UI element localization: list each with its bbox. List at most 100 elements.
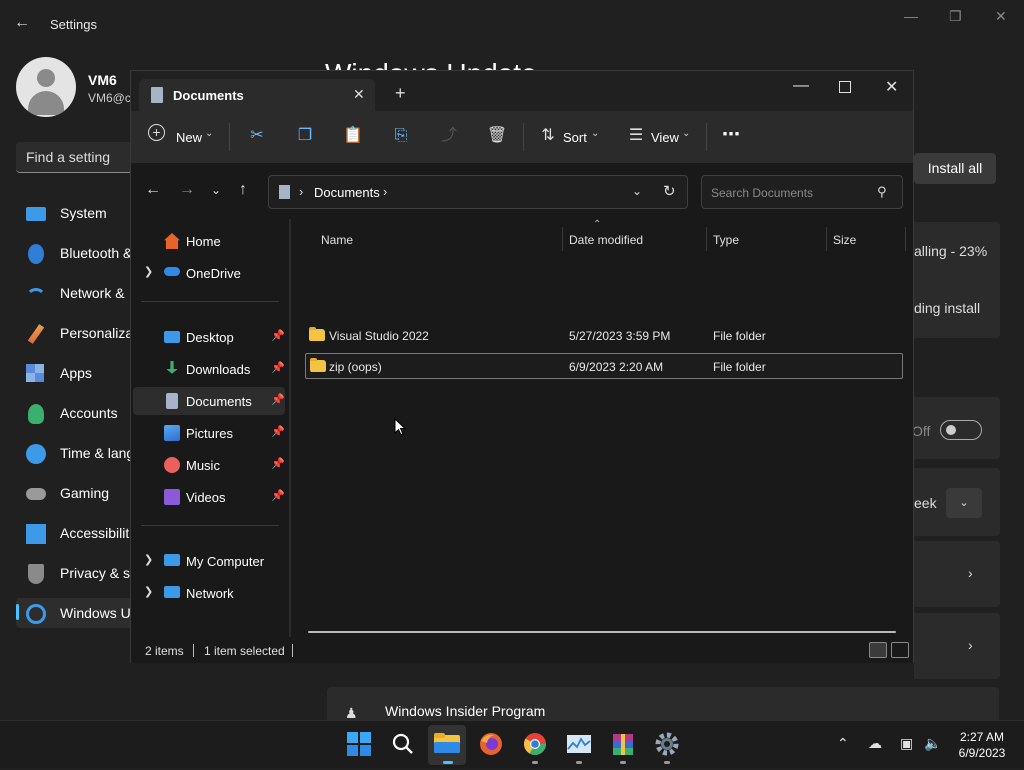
search-box[interactable]: Search Documents ⚲ — [701, 175, 903, 209]
delete-icon[interactable]: 🗑 — [486, 125, 508, 147]
task-manager-icon[interactable] — [566, 731, 592, 757]
more-options-icon[interactable]: ⋯ — [722, 124, 740, 145]
back-icon[interactable]: ← — [145, 181, 161, 199]
view-button[interactable]: View — [651, 130, 679, 145]
bluetooth-icon — [28, 244, 44, 264]
network-icon — [26, 288, 46, 300]
column-header-size[interactable]: Size — [833, 233, 856, 247]
new-tab-icon[interactable]: + — [395, 84, 406, 102]
table-row[interactable]: zip (oops) 6/9/2023 2:20 AM File folder — [305, 353, 903, 379]
minimize-icon[interactable]: — — [793, 77, 809, 95]
maximize-icon[interactable]: ❐ — [949, 8, 962, 25]
share-icon[interactable]: ⤴ — [438, 125, 460, 147]
chevron-down-icon[interactable]: ⌄ — [946, 488, 982, 518]
network-icon — [164, 586, 180, 598]
settings-icon[interactable] — [654, 731, 680, 757]
sidebar-item-desktop[interactable]: Desktop 📌 — [133, 323, 285, 351]
column-header-date[interactable]: Date modified — [569, 233, 643, 247]
volume-icon[interactable]: 🔈 — [924, 735, 941, 752]
firefox-icon[interactable] — [478, 731, 504, 757]
maximize-icon[interactable] — [839, 81, 851, 93]
nav-item-time-language[interactable]: Time & lang — [24, 442, 134, 466]
chevron-up-icon[interactable]: ⌃ — [837, 735, 849, 752]
up-icon[interactable]: ↑ — [239, 181, 247, 199]
pin-icon[interactable]: 📌 — [271, 425, 285, 438]
forward-icon[interactable]: → — [179, 181, 195, 199]
nav-item-privacy[interactable]: Privacy & s — [24, 562, 134, 586]
horizontal-scrollbar[interactable] — [308, 631, 896, 633]
search-input[interactable]: Search Documents — [711, 186, 813, 200]
chevron-down-icon: ⌄ — [591, 128, 600, 139]
refresh-icon[interactable]: ↻ — [663, 182, 676, 200]
nav-item-system[interactable]: System — [24, 202, 134, 226]
nav-item-personalization[interactable]: Personaliza — [24, 322, 134, 346]
chevron-right-icon[interactable]: ❯ — [144, 265, 153, 278]
chevron-right-icon[interactable]: ❯ — [144, 585, 153, 598]
tab-documents[interactable]: Documents ✕ — [139, 79, 375, 111]
pin-icon[interactable]: 📌 — [271, 393, 285, 406]
tiles-view-icon[interactable] — [891, 642, 909, 658]
find-setting-input[interactable]: Find a setting — [16, 142, 141, 173]
pin-icon[interactable]: 📌 — [271, 329, 285, 342]
chrome-icon[interactable] — [522, 731, 548, 757]
monitor-icon[interactable]: ▣ — [900, 735, 913, 752]
sidebar-item-network[interactable]: ❯ Network — [133, 579, 285, 607]
pin-icon[interactable]: 📌 — [271, 457, 285, 470]
sidebar-item-pictures[interactable]: Pictures 📌 — [133, 419, 285, 447]
sidebar-item-home[interactable]: Home — [133, 227, 285, 255]
mouse-cursor-icon — [394, 418, 406, 436]
minimize-icon[interactable]: — — [904, 8, 918, 24]
sidebar-item-videos[interactable]: Videos 📌 — [133, 483, 285, 511]
nav-item-bluetooth[interactable]: Bluetooth & — [24, 242, 134, 266]
nav-item-accounts[interactable]: Accounts — [24, 402, 134, 426]
paste-icon[interactable]: 📋 — [342, 125, 364, 147]
sidebar-item-my-computer[interactable]: ❯ My Computer — [133, 547, 285, 575]
nav-item-apps[interactable]: Apps — [24, 362, 134, 386]
back-arrow-icon[interactable]: ← — [14, 14, 30, 32]
history-card[interactable] — [914, 541, 1000, 607]
chevron-down-icon[interactable]: ⌄ — [632, 184, 642, 198]
new-button[interactable]: New — [176, 130, 202, 145]
sidebar-item-documents[interactable]: Documents 📌 — [133, 387, 285, 415]
recent-locations-icon[interactable]: ⌄ — [211, 183, 221, 197]
nav-item-accessibility[interactable]: Accessibilit — [24, 522, 134, 546]
onedrive-offline-icon[interactable]: ☁ — [868, 735, 882, 752]
install-all-button[interactable]: Install all — [914, 153, 996, 184]
clock[interactable]: 2:27 AM 6/9/2023 — [950, 729, 1014, 761]
computer-icon — [164, 554, 180, 566]
toggle-switch[interactable] — [940, 420, 982, 440]
column-header-type[interactable]: Type — [713, 233, 739, 247]
copy-icon[interactable]: ❐ — [294, 125, 316, 147]
column-header-name[interactable]: Name — [321, 233, 353, 247]
rename-icon[interactable]: ⎘ — [390, 125, 412, 147]
chevron-right-icon[interactable]: ❯ — [144, 553, 153, 566]
videos-icon — [164, 489, 180, 505]
pause-duration: eek — [914, 495, 937, 511]
nav-item-windows-update[interactable]: Windows U — [24, 602, 134, 626]
nav-item-network[interactable]: Network & — [24, 282, 134, 306]
advanced-card[interactable] — [914, 613, 1000, 679]
sidebar-item-downloads[interactable]: Downloads 📌 — [133, 355, 285, 383]
address-bar[interactable]: › Documents › ⌄ ↻ — [268, 175, 688, 209]
file-explorer-icon[interactable] — [428, 725, 466, 765]
apps-icon — [26, 364, 44, 382]
close-icon[interactable]: ✕ — [995, 8, 1007, 25]
close-icon[interactable]: ✕ — [885, 77, 898, 97]
close-tab-icon[interactable]: ✕ — [353, 86, 365, 103]
breadcrumb-separator-icon[interactable]: › — [383, 184, 387, 199]
table-row[interactable]: Visual Studio 2022 5/27/2023 3:59 PM Fil… — [305, 323, 903, 349]
cut-icon[interactable]: ✂ — [246, 125, 268, 147]
pin-icon[interactable]: 📌 — [271, 489, 285, 502]
sidebar-item-music[interactable]: Music 📌 — [133, 451, 285, 479]
start-icon[interactable] — [346, 731, 372, 757]
document-icon — [151, 87, 163, 103]
breadcrumb-documents[interactable]: Documents — [314, 185, 380, 200]
details-view-icon[interactable] — [869, 642, 887, 658]
avatar[interactable] — [16, 57, 76, 117]
search-icon[interactable] — [390, 731, 416, 757]
winrar-icon[interactable] — [610, 731, 636, 757]
sort-button[interactable]: Sort — [563, 130, 587, 145]
sidebar-item-onedrive[interactable]: ❯ OneDrive — [133, 259, 285, 287]
pin-icon[interactable]: 📌 — [271, 361, 285, 374]
nav-item-gaming[interactable]: Gaming — [24, 482, 134, 506]
